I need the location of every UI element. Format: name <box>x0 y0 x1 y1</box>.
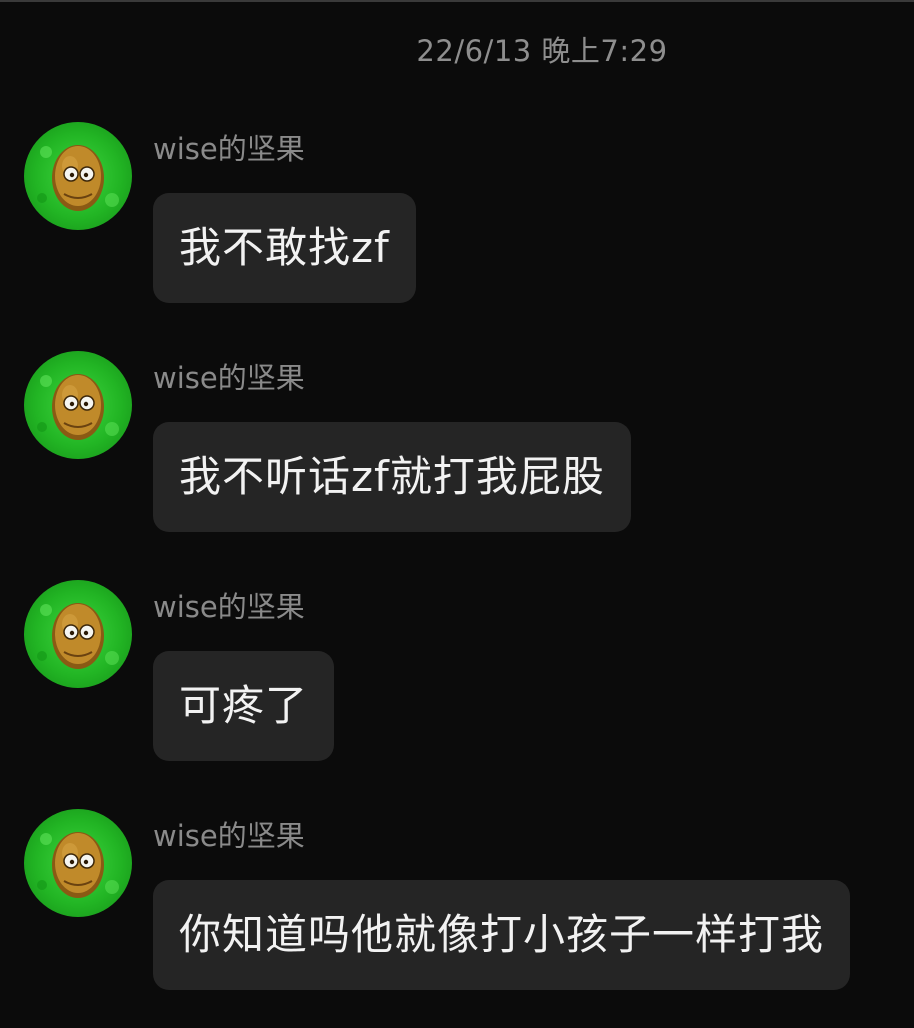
avatar[interactable] <box>24 809 132 917</box>
avatar[interactable] <box>24 580 132 688</box>
wall-nut-icon <box>37 145 119 211</box>
message-bubble[interactable]: 你知道吗他就像打小孩子一样打我 <box>153 880 851 990</box>
sender-name: wise的坚果 <box>153 590 305 624</box>
avatar[interactable] <box>24 122 132 230</box>
message-bubble[interactable]: 我不听话zf就打我屁股 <box>153 422 631 532</box>
wall-nut-icon <box>37 374 119 440</box>
chat-screen: 22/6/13 晚上7:29 wise的坚果 我不敢找zf wise的坚果 我不… <box>0 0 914 1028</box>
message-timestamp: 22/6/13 晚上7:29 <box>416 34 668 68</box>
sender-name: wise的坚果 <box>153 361 305 395</box>
message-bubble[interactable]: 我不敢找zf <box>153 193 416 303</box>
message-bubble[interactable]: 可疼了 <box>153 651 335 761</box>
sender-name: wise的坚果 <box>153 819 305 853</box>
wall-nut-icon <box>37 603 119 669</box>
sender-name: wise的坚果 <box>153 132 305 166</box>
avatar[interactable] <box>24 351 132 459</box>
wall-nut-icon <box>37 832 119 898</box>
